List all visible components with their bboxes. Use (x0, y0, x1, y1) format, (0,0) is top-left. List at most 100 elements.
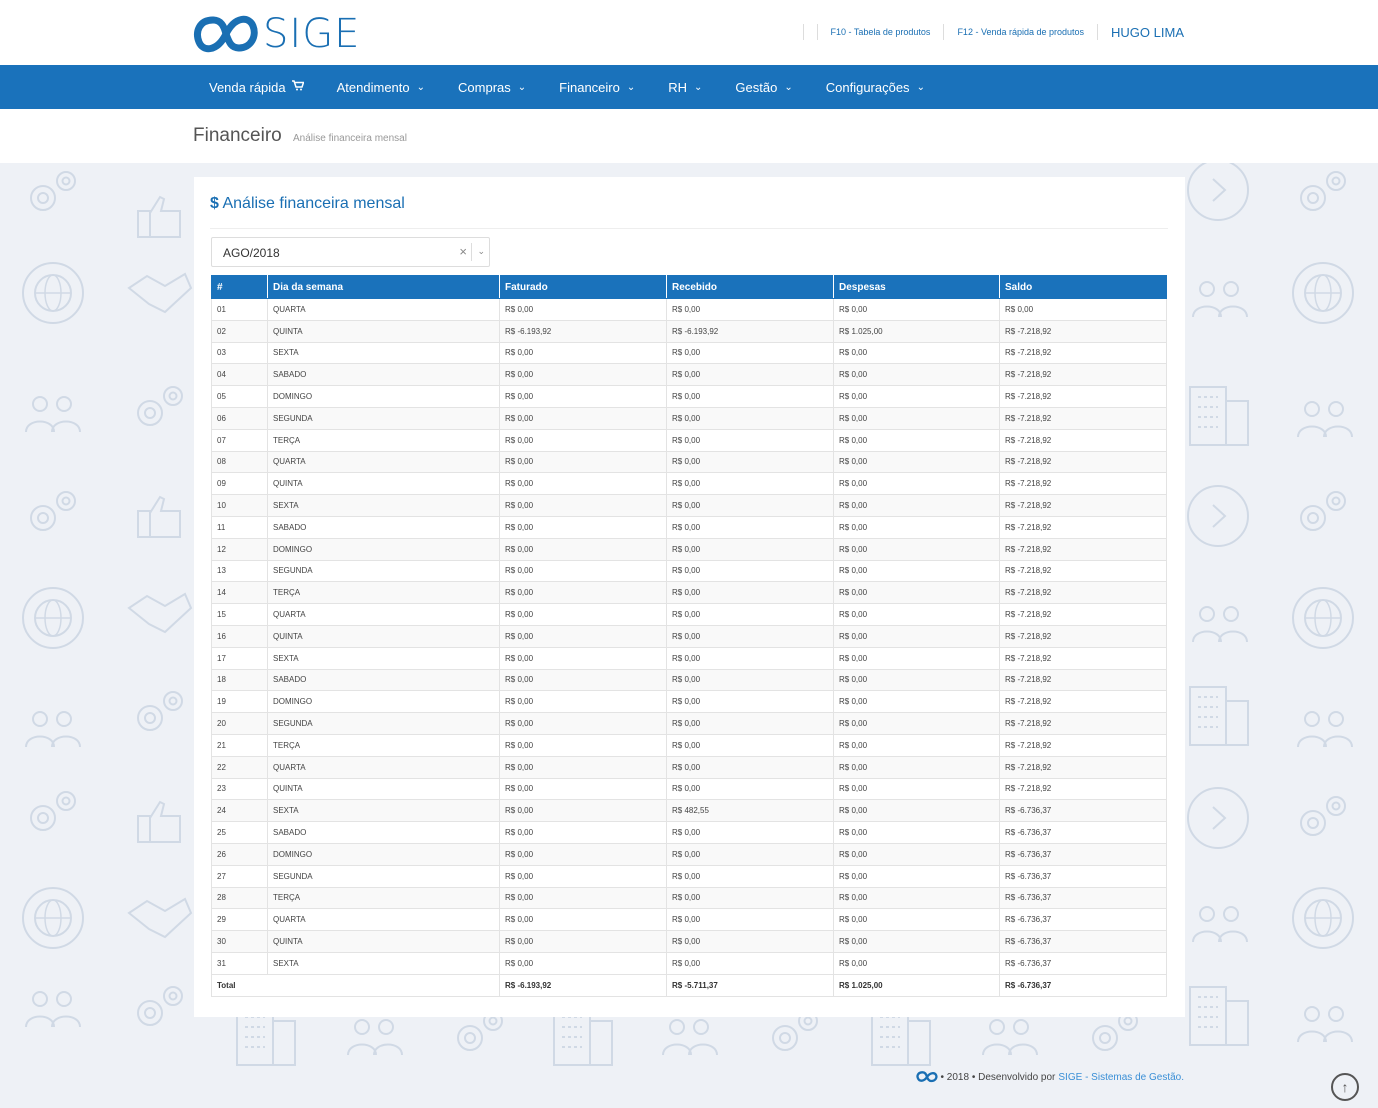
user-menu[interactable]: HUGO LIMA (1111, 25, 1184, 40)
scroll-top-button[interactable]: ↑ (1331, 1073, 1359, 1101)
table-cell: R$ 0,00 (499, 341, 667, 365)
globe-icon (22, 262, 84, 324)
table-cell: R$ -7.218,92 (999, 494, 1167, 517)
table-row: 15 QUARTA R$ 0,00 R$ 0,00 R$ 0,00 R$ -7.218,9… (211, 603, 1167, 626)
table-row: 23 QUINTA R$ 0,00 R$ 0,00 R$ 0,00 R$ -7.218,9… (211, 777, 1167, 801)
card-title: $ Análise financeira mensal (210, 195, 405, 213)
table-cell: R$ 0,00 (833, 581, 1000, 605)
thumbs-up-icon (137, 195, 181, 238)
table-cell: R$ 0,00 (666, 886, 834, 910)
table-cell: R$ 1.025,00 (833, 319, 1000, 343)
table-cell: QUINTA (267, 319, 500, 343)
financial-table: # Dia da semana Faturado Recebido Despes… (211, 275, 1167, 997)
table-cell: QUINTA (267, 624, 500, 648)
arrow-right-circle-icon (1187, 787, 1249, 849)
table-cell: SEXTA (267, 951, 500, 975)
table-cell: 30 (211, 930, 268, 953)
gear-icon (30, 791, 76, 831)
products-table-link[interactable]: F10 - Tabela de produtos (831, 27, 931, 37)
logo[interactable]: SIGE (193, 12, 360, 56)
table-cell: R$ -7.218,92 (999, 363, 1167, 387)
table-cell: R$ 0,00 (499, 864, 667, 888)
table-cell: 13 (211, 559, 268, 583)
table-cell: R$ 0,00 (833, 385, 1000, 408)
analysis-card: $ Análise financeira mensal AGO/2018 × ⌄… (194, 177, 1185, 1017)
table-cell: DOMINGO (267, 842, 500, 866)
table-row: 19 DOMINGO R$ 0,00 R$ 0,00 R$ 0,00 R$ -7.218,… (211, 690, 1167, 714)
table-cell: R$ 0,00 (499, 472, 667, 496)
globe-icon (22, 887, 84, 949)
nav-item-rh[interactable]: RH ⌄ (668, 80, 702, 95)
table-cell: R$ 0,00 (499, 298, 667, 321)
table-cell: R$ 0,00 (666, 385, 834, 408)
table-cell: 14 (211, 581, 268, 605)
quick-sale-link[interactable]: F12 - Venda rápida de produtos (957, 27, 1084, 37)
table-cell: R$ 0,00 (666, 821, 834, 844)
table-cell: QUARTA (267, 603, 500, 626)
table-row: 06 SEGUNDA R$ 0,00 R$ 0,00 R$ 0,00 R$ -7.218,… (211, 406, 1167, 430)
table-total-row: Total R$ -6.193,92 R$ -5.711,37 R$ 1.025,00… (211, 973, 1167, 997)
table-cell: 07 (211, 428, 268, 452)
table-cell: R$ 0,00 (499, 821, 667, 844)
nav-item-configuracoes[interactable]: Configurações ⌄ (826, 80, 925, 95)
people-icon (25, 991, 81, 1028)
gear-icon (1300, 171, 1346, 211)
table-row: 22 QUARTA R$ 0,00 R$ 0,00 R$ 0,00 R$ -7.218,9… (211, 755, 1167, 779)
table-cell: R$ 0,00 (499, 777, 667, 801)
table-cell: QUARTA (267, 298, 500, 321)
table-cell: R$ 0,00 (499, 428, 667, 452)
chevron-down-icon: ⌄ (694, 81, 703, 93)
column-header[interactable]: Saldo (999, 275, 1167, 299)
table-cell: R$ 0,00 (999, 298, 1167, 321)
table-cell: R$ -7.218,92 (999, 755, 1167, 779)
arrow-right-circle-icon (1187, 485, 1249, 547)
table-cell: 16 (211, 624, 268, 648)
clear-icon[interactable]: × (459, 244, 467, 259)
table-cell: 09 (211, 472, 268, 496)
chevron-down-icon[interactable]: ⌄ (477, 246, 485, 257)
total-cell: R$ 1.025,00 (833, 973, 1000, 997)
column-header[interactable]: Despesas (833, 275, 1000, 299)
table-cell: DOMINGO (267, 537, 500, 561)
table-cell: R$ 0,00 (499, 799, 667, 823)
table-cell: R$ 0,00 (666, 363, 834, 387)
month-select-value: AGO/2018 (223, 246, 280, 260)
chevron-down-icon: ⌄ (626, 81, 636, 93)
nav-item-venda-rapida[interactable]: Venda rápida (209, 80, 305, 95)
table-cell: R$ 0,00 (666, 581, 834, 605)
table-cell: R$ -7.218,92 (999, 712, 1167, 735)
people-icon (1192, 906, 1248, 943)
nav-item-atendimento[interactable]: Atendimento ⌄ (337, 80, 425, 95)
table-row: 31 SEXTA R$ 0,00 R$ 0,00 R$ 0,00 R$ -6.736,37 (211, 951, 1167, 975)
table-cell: R$ 0,00 (666, 908, 834, 932)
column-header[interactable]: Recebido (666, 275, 834, 299)
globe-icon (1292, 887, 1354, 949)
table-cell: R$ 0,00 (666, 472, 834, 496)
table-cell: 11 (211, 515, 268, 539)
gear-icon (30, 491, 76, 531)
column-header[interactable]: Faturado (499, 275, 667, 299)
table-cell: R$ 0,00 (666, 712, 834, 735)
table-cell: R$ 0,00 (666, 603, 834, 626)
table-cell: R$ 0,00 (833, 712, 1000, 735)
separator (816, 24, 818, 40)
nav-label: Compras (458, 79, 511, 95)
top-bar: SIGE F10 - Tabela de produtos F12 - Vend… (0, 0, 1378, 65)
table-cell: 12 (211, 537, 268, 561)
table-cell: 04 (211, 363, 268, 387)
nav-item-financeiro[interactable]: Financeiro ⌄ (559, 80, 635, 95)
month-select[interactable]: AGO/2018 × ⌄ (211, 237, 490, 267)
column-header[interactable]: Dia da semana (267, 275, 500, 299)
column-header[interactable]: # (211, 275, 268, 299)
nav-item-compras[interactable]: Compras ⌄ (458, 80, 526, 95)
nav-item-gestao[interactable]: Gestão ⌄ (735, 80, 792, 95)
table-cell: R$ 0,00 (499, 581, 667, 605)
nav-label: Financeiro (559, 79, 620, 95)
table-cell: R$ 0,00 (833, 494, 1000, 517)
table-cell: R$ -7.218,92 (999, 472, 1167, 496)
table-cell: R$ 0,00 (833, 559, 1000, 583)
building-icon (1189, 686, 1249, 746)
footer-link[interactable]: SIGE - Sistemas de Gestão. (1058, 1072, 1184, 1083)
table-cell: R$ 0,00 (666, 450, 834, 474)
table-cell: R$ -6.736,37 (999, 821, 1167, 844)
